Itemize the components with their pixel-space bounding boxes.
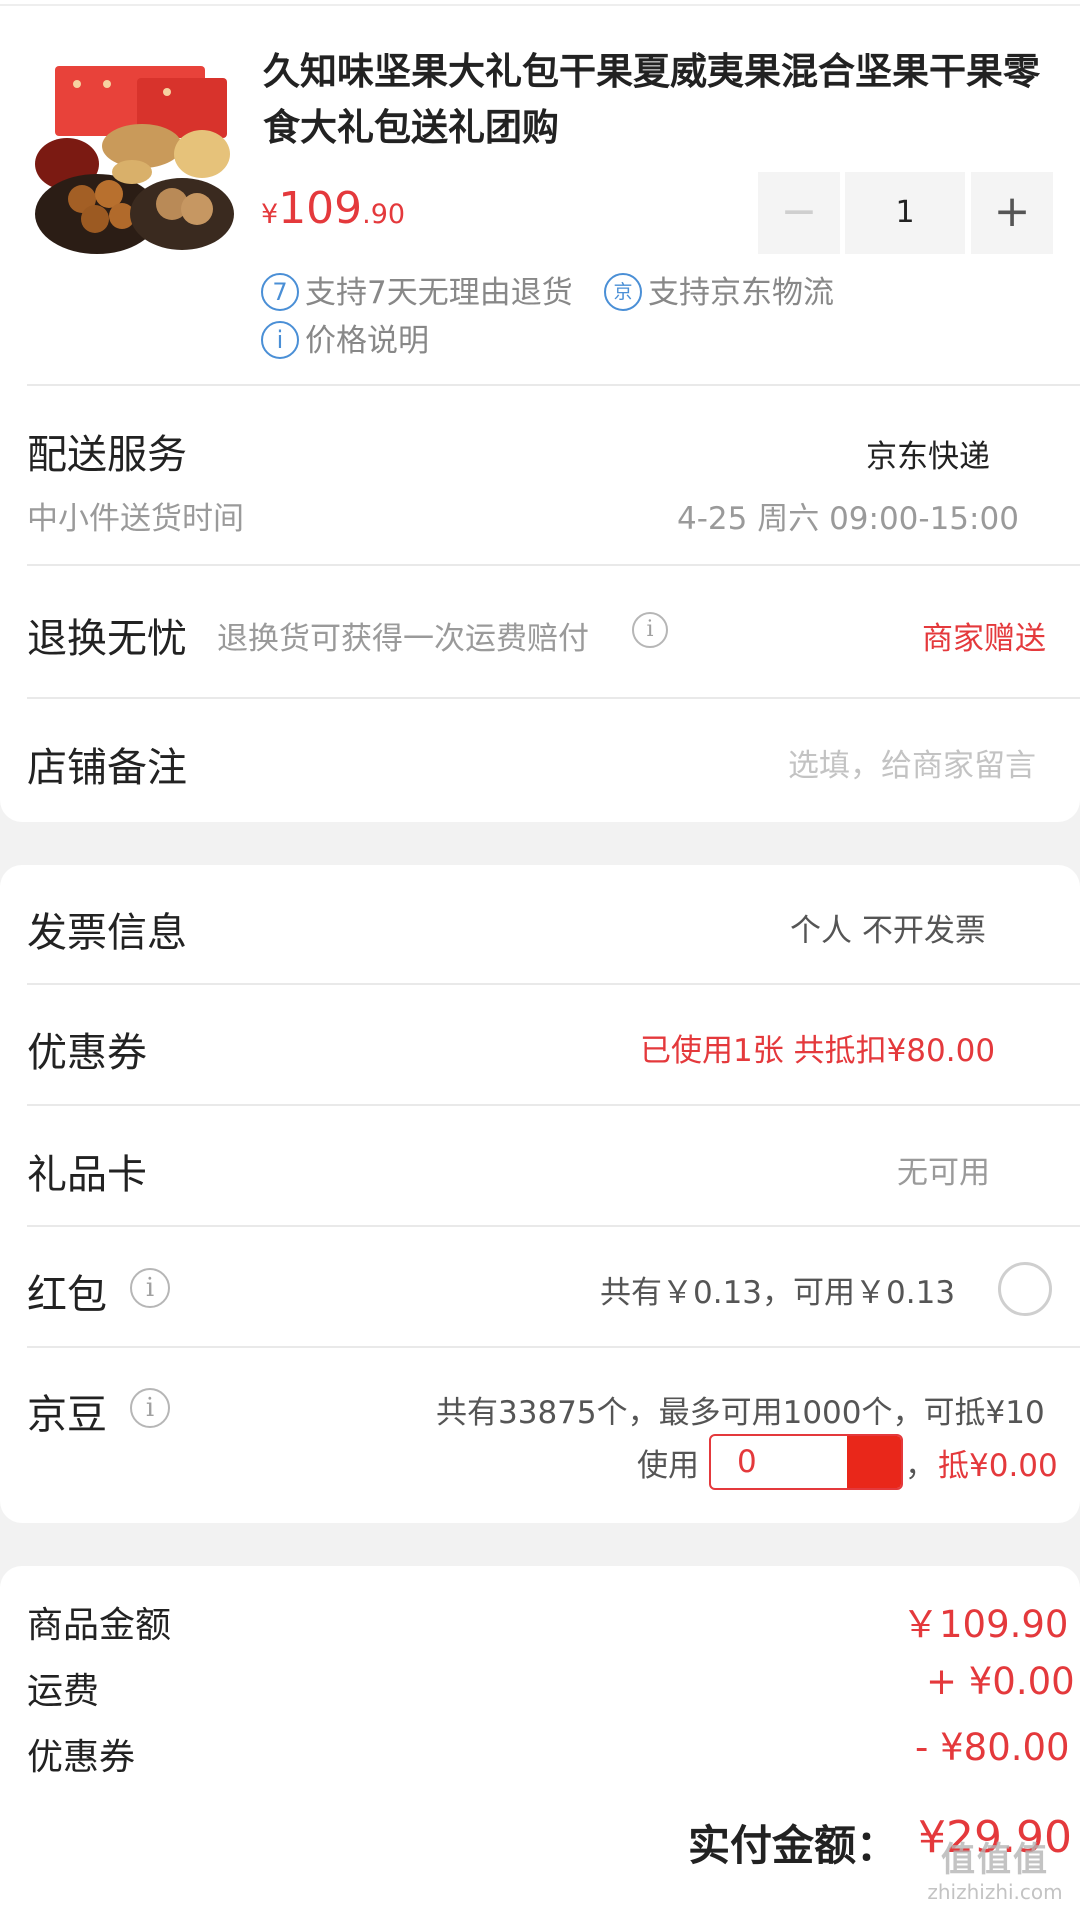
divider (27, 983, 1080, 985)
watermark-text: 值值值 (941, 1840, 1049, 1880)
divider (27, 384, 1080, 386)
price-decimal: .90 (362, 199, 406, 230)
invoice-value[interactable]: 个人 不开发票 (790, 905, 986, 950)
delivery-label: 配送服务 (27, 432, 187, 478)
redpacket-value: 共有￥0.13，可用￥0.13 (600, 1275, 956, 1311)
info-icon: i (261, 321, 299, 359)
info-icon[interactable]: i (130, 1388, 170, 1428)
summary-label: 优惠券 (27, 1737, 136, 1778)
divider (27, 1346, 1080, 1348)
jingdou-desc: 共有33875个，最多可用1000个，可抵¥10 (436, 1395, 1045, 1431)
seven-day-icon: 7 (261, 273, 299, 311)
badge-price-info[interactable]: i 价格说明 (261, 321, 429, 361)
coupon-value[interactable]: 已使用1张 共抵扣¥80.00 (640, 1025, 995, 1070)
summary-value: - ¥80.00 (915, 1726, 1070, 1769)
jingdou-label: 京豆 (27, 1392, 107, 1438)
pay-label: 实付金额： (688, 1821, 899, 1870)
summary-value: ￥109.90 (902, 1603, 1069, 1646)
increase-button[interactable]: + (971, 172, 1053, 254)
product-title[interactable]: 久知味坚果大礼包干果夏威夷果混合坚果干果零食大礼包送礼团购 (263, 44, 1053, 156)
jingdou-deduct: 抵¥0.00 (938, 1448, 1058, 1484)
jingdou-input[interactable]: 0 (709, 1434, 903, 1490)
delivery-value[interactable]: 京东快递 (866, 431, 990, 476)
product-image[interactable] (27, 54, 237, 254)
summary-value: + ¥0.00 (926, 1660, 1075, 1703)
decrease-button[interactable]: − (758, 172, 840, 254)
info-icon[interactable]: i (632, 612, 668, 648)
giftcard-label: 礼品卡 (27, 1152, 147, 1198)
jingdou-input-value: 0 (737, 1444, 757, 1480)
return-label: 退换无忧 (27, 616, 187, 662)
watermark-logo: 值值值 zhizhizhi.com (920, 1840, 1070, 1904)
note-label: 店铺备注 (27, 745, 187, 791)
delivery-time-value[interactable]: 4-25 周六 09:00-15:00 (677, 493, 1019, 538)
giftcard-value[interactable]: 无可用 (897, 1147, 990, 1192)
summary-label: 运费 (27, 1671, 100, 1712)
badge-7day-return[interactable]: 7 支持7天无理由退货 (261, 273, 573, 313)
comma: ， (905, 1448, 936, 1484)
badge-label: 支持京东物流 (648, 275, 834, 311)
product-card: 久知味坚果大礼包干果夏威夷果混合坚果干果零食大礼包送礼团购 ¥109.90 − … (0, 0, 1080, 822)
divider (27, 564, 1080, 566)
redpacket-toggle[interactable] (998, 1262, 1052, 1316)
quantity-stepper: − 1 + (758, 172, 1053, 254)
price-currency: ¥ (261, 199, 279, 230)
product-price: ¥109.90 (261, 183, 405, 234)
divider (27, 1225, 1080, 1227)
quantity-input[interactable]: 1 (845, 172, 965, 254)
divider (27, 697, 1080, 699)
jingdou-confirm-button[interactable] (847, 1436, 901, 1488)
badge-label: 支持7天无理由退货 (305, 275, 573, 311)
divider (27, 1104, 1080, 1106)
badge-jd-logistics[interactable]: 京支持京东物流 (604, 273, 834, 313)
invoice-label: 发票信息 (27, 910, 187, 956)
delivery-time-label: 中小件送货时间 (27, 501, 244, 537)
info-icon[interactable]: i (130, 1268, 170, 1308)
jingdou-use-label: 使用 (637, 1448, 699, 1484)
return-value[interactable]: 商家赠送 (922, 613, 1046, 658)
badge-label: 价格说明 (305, 323, 429, 359)
jd-logistics-icon: 京 (604, 273, 642, 311)
redpacket-label: 红包 (27, 1272, 107, 1318)
summary-label: 商品金额 (27, 1605, 172, 1646)
return-desc: 退换货可获得一次运费赔付 (217, 621, 589, 657)
coupon-label: 优惠券 (27, 1030, 147, 1076)
price-integer: 109 (278, 183, 363, 234)
divider (0, 4, 1080, 6)
watermark-url: zhizhizhi.com (927, 1880, 1063, 1904)
note-input[interactable]: 选填，给商家留言 (788, 740, 1036, 785)
